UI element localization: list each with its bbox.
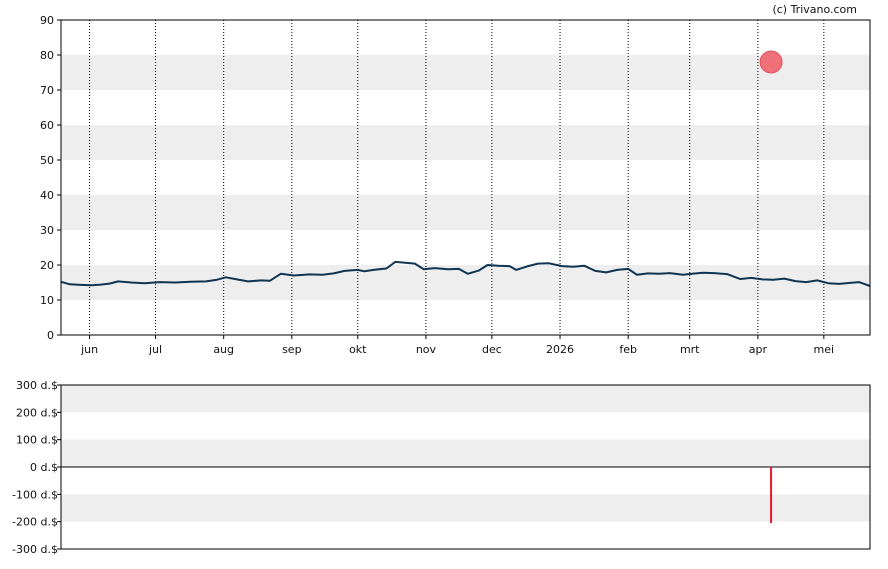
band [61, 494, 870, 522]
x-tick-label: sep [282, 343, 301, 356]
y-tick-label: 0 [47, 329, 54, 342]
band [61, 385, 870, 413]
credit-text: (c) Trivano.com [772, 3, 857, 16]
y-tick-label: 80 [40, 49, 54, 62]
y-tick-label: -200 d.$ [12, 516, 58, 529]
y-tick-label: 200 d.$ [16, 406, 58, 419]
y-tick-label: 50 [40, 154, 54, 167]
band [61, 125, 870, 160]
x-tick-label: dec [482, 343, 502, 356]
y-tick-label: -100 d.$ [12, 488, 58, 501]
band [61, 55, 870, 90]
x-tick-label: mrt [680, 343, 700, 356]
x-tick-label: aug [213, 343, 234, 356]
chart-root: (c) Trivano.com 0 10 20 30 40 50 60 70 80 90 jun ju… [0, 0, 888, 565]
main-chart-panel: 0 10 20 30 40 50 60 70 80 90 jun jul aug sep okt nov dec… [40, 14, 871, 356]
y-tick-label: 60 [40, 119, 54, 132]
y-tick-label: 300 d.$ [16, 379, 58, 392]
x-tick-label: 2026 [546, 343, 574, 356]
data-marker [759, 50, 783, 74]
chart-svg: (c) Trivano.com 0 10 20 30 40 50 60 70 80 90 jun ju… [12, 3, 871, 556]
band [61, 195, 870, 230]
y-tick-label: 30 [40, 224, 54, 237]
x-tick-label: apr [749, 343, 768, 356]
y-tick-label: 100 d.$ [16, 434, 58, 447]
x-tick-label: jun [80, 343, 98, 356]
band [61, 439, 870, 467]
x-tick-label: nov [416, 343, 437, 356]
x-tick-label: feb [619, 343, 637, 356]
x-tick-label: okt [349, 343, 367, 356]
y-tick-label: 70 [40, 84, 54, 97]
y-tick-label: 20 [40, 259, 54, 272]
y-tick-label: 10 [40, 294, 54, 307]
y-tick-label: 90 [40, 14, 54, 27]
y-tick-label: 40 [40, 189, 54, 202]
y-tick-label: -300 d.$ [12, 543, 58, 556]
y-tick-label: 0 d.$ [30, 461, 58, 474]
x-tick-label: jul [148, 343, 162, 356]
transaction-chart-panel: 300 d.$ 200 d.$ 100 d.$ 0 d.$ -100 d.$ -200 d… [12, 379, 871, 556]
x-tick-label: mei [814, 343, 835, 356]
